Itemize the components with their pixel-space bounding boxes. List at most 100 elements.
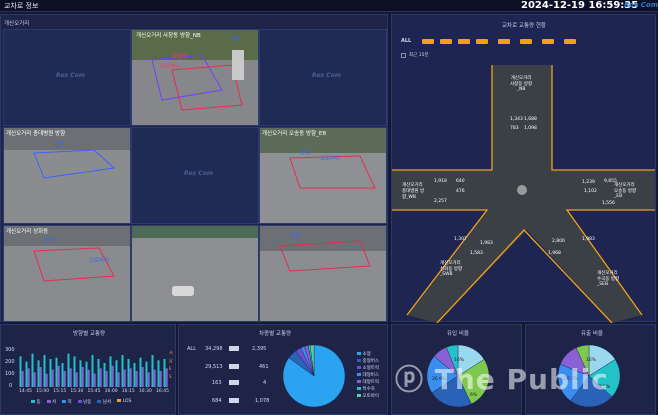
intersection-panel: 교차로 교통량 현황 ALL 최근 15분 개신오거리 사창동 방향 _NB 1… xyxy=(391,14,656,323)
bar xyxy=(31,353,34,387)
bar xyxy=(141,367,144,387)
bar xyxy=(121,355,124,387)
legend-item[interactable]: 동 xyxy=(31,399,41,405)
legend-label: 남동 xyxy=(83,400,92,405)
truck-icon[interactable] xyxy=(476,39,488,44)
datetime-display: 2024-12-19 16:59:35 xyxy=(521,0,639,11)
bar xyxy=(33,372,36,387)
camera-slot-empty[interactable]: Rex Com xyxy=(259,29,387,126)
bar xyxy=(99,368,102,387)
bar xyxy=(117,372,120,387)
bar xyxy=(103,363,106,387)
x-tick: 16:30 xyxy=(138,389,152,394)
count-label: 1,556 xyxy=(602,201,615,206)
camera-feed-road[interactable] xyxy=(131,225,259,322)
legend-item[interactable]: 대형버스 xyxy=(357,372,379,379)
camera-image xyxy=(260,128,386,223)
legend-item[interactable]: 중형버스 xyxy=(357,358,379,365)
camera-feed-eb[interactable]: 개신오거리 오송동 방향_EB 승용 오토바이 xyxy=(259,127,387,224)
special-vehicle-icon[interactable] xyxy=(542,39,554,44)
legend-item[interactable]: 남서 xyxy=(97,399,111,405)
x-tick: 15:15 xyxy=(53,389,67,394)
approach-name-wb: 개신오거리 충대병원 방 향_WB xyxy=(402,183,425,200)
bar xyxy=(19,356,22,387)
bar xyxy=(91,355,94,387)
legend-label: 남서 xyxy=(102,400,112,405)
legend-label: 소형트럭 xyxy=(362,366,379,371)
bar xyxy=(97,359,100,387)
count-label: 1,688 xyxy=(524,117,537,122)
camera-panel-title: 개신오거리 xyxy=(4,21,30,27)
bar xyxy=(153,369,156,387)
camera-image xyxy=(132,30,258,125)
legend-label: 동 xyxy=(36,400,41,405)
x-axis-ticks: 14:45 15:00 15:15 15:30 15:45 16:00 16:1… xyxy=(19,389,169,394)
legend-label: 특수차 xyxy=(362,387,375,392)
bar xyxy=(85,361,88,387)
legend-item[interactable]: 소형 xyxy=(357,351,379,358)
legend-item[interactable]: 특수차 xyxy=(357,386,379,393)
detection-tag: 오토바이 xyxy=(89,258,110,264)
camera-slot-empty[interactable]: Rex Com xyxy=(3,29,131,126)
bar xyxy=(87,369,90,387)
bar xyxy=(27,368,30,387)
camera-feed-seb[interactable]: 승용 xyxy=(259,225,387,322)
bar xyxy=(63,371,66,387)
camera-feed-swb[interactable]: 개신오거리 성화동 승용 오토바이 xyxy=(3,225,131,322)
legend-item[interactable]: 남동 xyxy=(77,399,92,405)
special-vehicle-icon xyxy=(229,398,239,403)
vehicle-count: 461 xyxy=(259,364,269,370)
camera-slot-empty[interactable]: Rex Com xyxy=(131,127,259,224)
x-tick: 15:00 xyxy=(36,389,50,394)
bar xyxy=(69,368,72,387)
approach-name-swb: 개신오거리 성화동 방향 _SWB xyxy=(440,261,463,277)
x-tick: 16:00 xyxy=(104,389,118,394)
all-label: ALL xyxy=(187,346,196,352)
detection-tag: 승용 xyxy=(300,150,311,156)
page-title: 교차로 정보 xyxy=(4,2,39,10)
legend-item[interactable]: LOS xyxy=(117,399,131,405)
bar xyxy=(163,359,166,387)
all-value: 34,298 xyxy=(205,346,223,352)
bar xyxy=(123,369,126,387)
count-label: 2,257 xyxy=(434,199,447,204)
count-label: 1,918 xyxy=(434,179,447,184)
detection-tag: 승용 xyxy=(44,238,55,244)
source-watermark: ⓟ The Public xyxy=(395,363,609,396)
motorcycle-icon[interactable] xyxy=(564,39,576,44)
count-label: 1,098 xyxy=(524,126,537,131)
vehicle-count: 163 xyxy=(212,380,222,386)
bar xyxy=(157,360,160,387)
count-label: 1,983 xyxy=(582,237,595,242)
side-label: E xyxy=(169,366,172,371)
detection-tag: 오토바이 xyxy=(160,64,181,70)
vehicle-count: 1,078 xyxy=(255,398,270,404)
camera-feed-nb[interactable]: 개신오거리 사창동 방향_NB NB 보행자 오토바이 xyxy=(131,29,259,126)
recent-checkbox[interactable] xyxy=(401,53,406,58)
bar xyxy=(133,363,136,387)
legend-item[interactable]: 대형트럭 xyxy=(357,379,379,386)
bar xyxy=(159,371,162,387)
bus-icon[interactable] xyxy=(440,39,452,44)
trailer-icon[interactable] xyxy=(520,39,532,44)
legend-item[interactable]: 소형트럭 xyxy=(357,365,379,372)
vehicle-count: 29,513 xyxy=(205,364,223,370)
bus-icon xyxy=(229,364,239,369)
detection-tag: 승용 xyxy=(54,142,65,148)
count-label: 1,583 xyxy=(470,251,483,256)
camera-feed-wb[interactable]: 개신오거리 충대병원 방향 승용 xyxy=(3,127,131,224)
van-icon[interactable] xyxy=(458,39,470,44)
legend-item[interactable]: 서 xyxy=(46,399,56,405)
legend-item[interactable]: 오토바이 xyxy=(357,393,379,400)
bar xyxy=(37,360,40,387)
side-label: 남 xyxy=(169,358,173,363)
bar xyxy=(165,368,168,387)
large-truck-icon[interactable] xyxy=(498,39,510,44)
legend-item[interactable]: 북 xyxy=(62,399,72,405)
car-icon[interactable] xyxy=(422,39,434,44)
detection-tag: 오토바이 xyxy=(320,156,341,162)
count-label: 1,102 xyxy=(584,189,597,194)
inflow-title: 유입 비율 xyxy=(447,331,469,337)
watermark: Rex Com xyxy=(56,72,86,79)
filter-all[interactable]: ALL xyxy=(401,38,411,44)
